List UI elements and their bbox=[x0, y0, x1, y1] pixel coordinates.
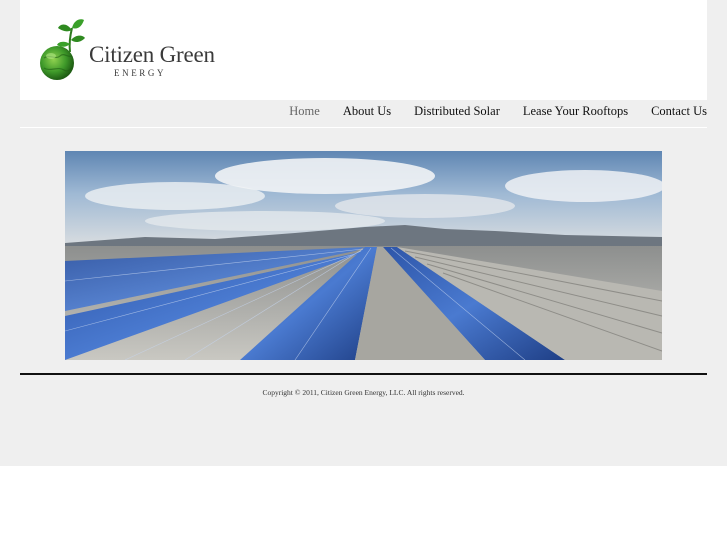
page: Citizen Green ENERGY Home About Us Distr… bbox=[0, 0, 727, 466]
site-logo[interactable]: Citizen Green ENERGY bbox=[36, 18, 215, 82]
footer-divider bbox=[20, 373, 707, 375]
nav-item-about-us[interactable]: About Us bbox=[331, 104, 402, 119]
solar-panels-photo bbox=[65, 151, 662, 360]
nav-item-home[interactable]: Home bbox=[278, 104, 332, 119]
globe-leaf-icon bbox=[40, 19, 85, 80]
logo-wordmark: Citizen Green bbox=[89, 42, 215, 67]
nav-divider bbox=[20, 127, 707, 128]
nav-item-lease-your-rooftops[interactable]: Lease Your Rooftops bbox=[511, 104, 639, 119]
nav-item-distributed-solar[interactable]: Distributed Solar bbox=[403, 104, 512, 119]
logo-subtitle: ENERGY bbox=[114, 68, 167, 78]
main-nav: Home About Us Distributed Solar Lease Yo… bbox=[0, 100, 727, 126]
copyright-text: Copyright © 2011, Citizen Green Energy, … bbox=[262, 388, 465, 397]
banner-image bbox=[65, 151, 662, 360]
nav-item-contact-us[interactable]: Contact Us bbox=[640, 104, 707, 119]
site-header: Citizen Green ENERGY bbox=[20, 0, 707, 100]
